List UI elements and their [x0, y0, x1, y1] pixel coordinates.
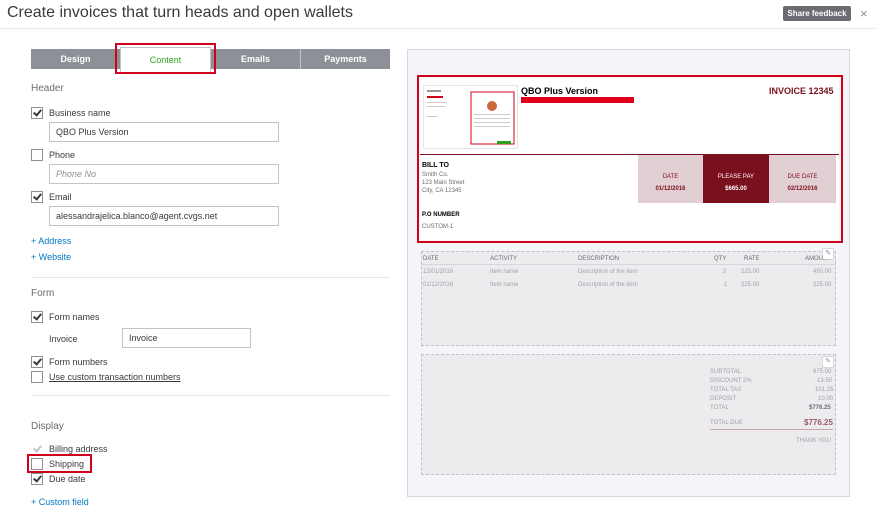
section-display: Display	[31, 421, 64, 432]
total-label: TOTAL	[710, 405, 729, 411]
divider	[710, 429, 833, 430]
invoice-name-input[interactable]: Invoice	[122, 328, 251, 348]
tab-payments[interactable]: Payments	[301, 49, 390, 69]
total-value: -13.50	[815, 378, 833, 384]
section-form: Form	[31, 288, 55, 299]
add-address-link[interactable]: + Address	[31, 236, 71, 246]
email-checkbox[interactable]	[31, 191, 43, 203]
table-cell: 01/12/2016	[423, 282, 454, 288]
table-cell: Description of the item	[578, 282, 638, 288]
table-cell: 450.00	[813, 269, 832, 275]
add-website-link[interactable]: + Website	[31, 252, 71, 262]
form-numbers-label: Form numbers	[49, 357, 108, 367]
phone-input[interactable]: Phone No	[49, 164, 279, 184]
table-cell: 225.00	[741, 282, 760, 288]
divider	[421, 264, 836, 265]
form-names-label: Form names	[49, 312, 100, 322]
email-label: Email	[49, 192, 72, 202]
tab-design[interactable]: Design	[31, 49, 120, 69]
table-header: DATE	[423, 256, 439, 262]
close-icon[interactable]: ×	[860, 6, 868, 21]
phone-checkbox[interactable]	[31, 149, 43, 161]
table-cell: 1	[724, 282, 728, 288]
total-value: 101.25	[815, 387, 834, 393]
table-header: QTY	[714, 256, 727, 262]
highlight-invoice-header	[417, 75, 843, 243]
total-label: SUBTOTAL	[710, 369, 742, 375]
business-name-label: Business name	[49, 108, 111, 118]
email-input[interactable]: alessandrajelica.blanco@agent.cvgs.net	[49, 206, 279, 226]
due-date-checkbox[interactable]	[31, 473, 43, 485]
total-label: TOTAL TAX	[710, 387, 742, 393]
table-cell: 2	[723, 269, 727, 275]
totals-section[interactable]	[421, 354, 836, 475]
divider	[31, 277, 390, 278]
form-numbers-checkbox[interactable]	[31, 356, 43, 368]
table-header: AMOU...	[805, 256, 829, 262]
total-value: 10.00	[818, 396, 834, 402]
total-due-value: $776.25	[804, 418, 833, 427]
custom-numbers-label: Use custom transaction numbers	[49, 372, 181, 382]
table-header: DESCRIPTION	[578, 256, 620, 262]
table-cell: Item name	[490, 269, 519, 275]
table-cell: 12/01/2016	[423, 269, 454, 275]
add-custom-field-link[interactable]: + Custom field	[31, 497, 89, 507]
phone-label: Phone	[49, 150, 76, 160]
table-cell: Description of the item	[578, 269, 638, 275]
business-name-input[interactable]: QBO Plus Version	[49, 122, 279, 142]
divider	[0, 28, 875, 29]
total-due-label: TOTAL DUE	[710, 420, 743, 426]
tab-emails[interactable]: Emails	[211, 49, 300, 69]
section-header: Header	[31, 83, 64, 94]
due-date-label: Due date	[49, 474, 86, 484]
invoice-label: Invoice	[49, 334, 78, 344]
total-value: $776.25	[809, 405, 831, 411]
share-feedback-button[interactable]: Share feedback	[783, 6, 851, 21]
billing-address-label: Billing address	[49, 444, 108, 454]
table-header: RATE	[744, 256, 760, 262]
highlight-shipping	[27, 454, 92, 473]
pencil-icon[interactable]: ✎	[822, 356, 834, 368]
thank-you: THANK YOU	[796, 438, 831, 444]
table-cell: 225.00	[813, 282, 832, 288]
total-label: DEPOSIT	[710, 396, 737, 402]
items-table-section[interactable]	[421, 251, 836, 346]
divider	[31, 395, 390, 396]
total-value: 675.00	[813, 369, 832, 375]
custom-numbers-checkbox[interactable]	[31, 371, 43, 383]
table-cell: Item name	[490, 282, 519, 288]
table-header: ACTIVITY	[490, 256, 518, 262]
table-cell: 225.00	[741, 269, 760, 275]
form-names-checkbox[interactable]	[31, 311, 43, 323]
highlight-content-tab	[115, 43, 216, 74]
page-title: Create invoices that turn heads and open…	[7, 4, 353, 21]
business-name-checkbox[interactable]	[31, 107, 43, 119]
total-label: DISCOUNT 2%	[710, 378, 752, 384]
